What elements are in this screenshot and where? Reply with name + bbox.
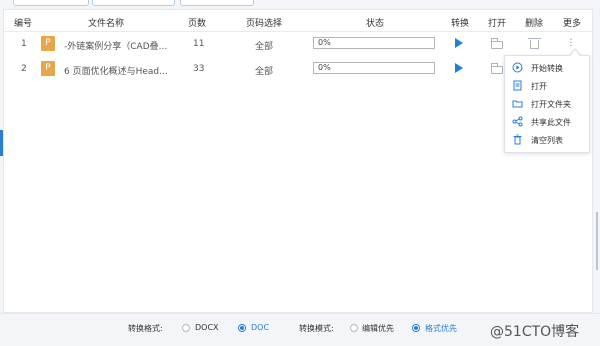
header-delete: 删除 — [525, 19, 544, 29]
trash-icon — [512, 134, 523, 145]
header-page-range: 页码选择 — [246, 19, 283, 29]
play-icon[interactable] — [455, 38, 463, 48]
radio-edit-priority-label[interactable]: 编辑优先 — [362, 323, 394, 334]
progress-bar: 0% — [313, 62, 435, 74]
menu-label: 开始转换 — [531, 64, 563, 73]
progress-text: 0% — [318, 38, 331, 47]
play-icon[interactable] — [455, 63, 463, 73]
radio-doc-label[interactable]: DOC — [251, 323, 269, 332]
radio-edit-priority[interactable] — [350, 324, 358, 332]
share-icon — [512, 116, 523, 127]
row-file-name: -外链案例分享（CAD叠... — [64, 42, 168, 52]
progress-text: 0% — [318, 63, 331, 72]
menu-item-open[interactable]: 打开 — [505, 77, 589, 95]
row-index: 1 — [21, 39, 27, 49]
menu-label: 清空列表 — [531, 136, 563, 145]
toolbar — [0, 0, 600, 8]
radio-docx[interactable] — [182, 324, 190, 332]
menu-item-clear-list[interactable]: 清空列表 — [505, 131, 589, 149]
watermark: @51CTO博客 — [490, 324, 580, 340]
format-label: 转换格式: — [128, 324, 163, 333]
radio-docx-label[interactable]: DOCX — [195, 323, 219, 332]
row-index: 2 — [21, 64, 27, 74]
menu-caret-inner — [570, 50, 580, 56]
toolbar-button-1[interactable] — [13, 0, 89, 6]
table-header: 编号 文件名称 页数 页码选择 状态 转换 打开 删除 更多 — [4, 10, 592, 32]
toolbar-button-2[interactable] — [92, 0, 175, 6]
header-status: 状态 — [366, 19, 385, 29]
progress-bar: 0% — [313, 37, 435, 49]
play-circle-icon — [512, 62, 523, 73]
radio-format-priority[interactable] — [412, 324, 420, 332]
menu-item-share[interactable]: 共享此文件 — [505, 113, 589, 131]
header-pages: 页数 — [188, 19, 207, 29]
header-file-name: 文件名称 — [88, 19, 125, 29]
folder-open-icon[interactable] — [491, 63, 503, 74]
trash-icon[interactable] — [528, 38, 541, 49]
folder-open-icon[interactable] — [491, 38, 503, 49]
header-more: 更多 — [563, 19, 582, 29]
row-page-range[interactable]: 全部 — [255, 64, 273, 77]
folder-open-icon — [512, 98, 523, 109]
menu-label: 共享此文件 — [531, 118, 571, 127]
menu-item-open-folder[interactable]: 打开文件夹 — [505, 95, 589, 113]
radio-format-priority-label[interactable]: 格式优先 — [425, 323, 457, 334]
row-pages: 33 — [193, 64, 205, 74]
row-page-range[interactable]: 全部 — [255, 39, 273, 52]
menu-item-start-convert[interactable]: 开始转换 — [505, 59, 589, 77]
bottom-options-bar: 转换格式: DOCX DOC 转换模式: 编辑优先 格式优先 @51CTO博客 — [0, 313, 600, 346]
table-row[interactable]: 1 P -外链案例分享（CAD叠... 11 全部 0% · · · — [4, 32, 592, 54]
pdf-file-icon: P — [41, 36, 55, 51]
context-menu: 开始转换 打开 打开文件夹 共享此文件 清空列表 — [504, 55, 590, 153]
radio-doc[interactable] — [238, 324, 246, 332]
mode-label: 转换模式: — [299, 324, 334, 333]
header-convert: 转换 — [451, 19, 470, 29]
pdf-file-icon: P — [41, 61, 55, 76]
scrollbar-thumb[interactable] — [596, 212, 598, 270]
row-file-name: 6 页面优化概述与Head... — [64, 67, 168, 77]
header-index: 编号 — [14, 19, 33, 29]
more-vertical-icon[interactable]: · · · — [569, 36, 573, 52]
menu-label: 打开 — [531, 82, 547, 91]
row-pages: 11 — [193, 39, 205, 49]
toolbar-button-3[interactable] — [180, 0, 254, 6]
menu-label: 打开文件夹 — [531, 100, 571, 109]
document-icon — [512, 80, 523, 91]
header-open: 打开 — [488, 19, 507, 29]
